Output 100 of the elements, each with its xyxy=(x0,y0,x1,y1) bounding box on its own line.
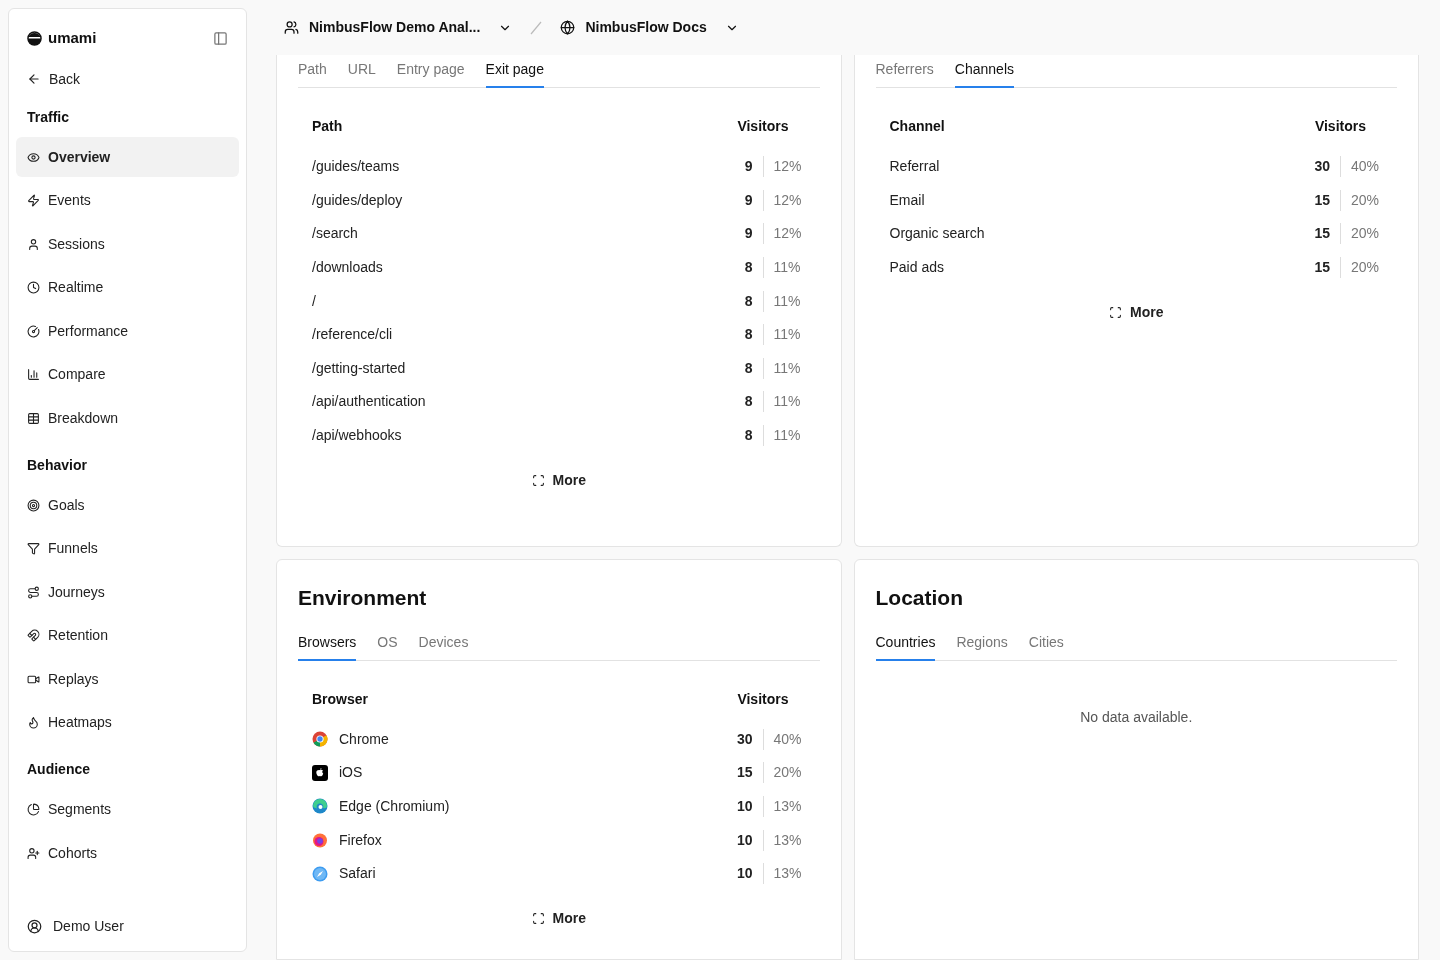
team-selector[interactable]: NimbusFlow Demo Anal... xyxy=(284,17,513,38)
column-header: Channel xyxy=(889,117,945,136)
tab[interactable]: Channels xyxy=(954,59,1014,88)
tab[interactable]: Referrers xyxy=(875,59,934,88)
row-label: /api/webhooks xyxy=(312,426,403,446)
edge-icon xyxy=(312,798,328,815)
magnet-icon xyxy=(27,629,40,642)
tab[interactable]: Exit page xyxy=(485,59,544,88)
more-button[interactable]: More xyxy=(1101,298,1172,328)
nav-item[interactable]: Performance xyxy=(16,311,239,351)
lightning-icon xyxy=(27,194,40,207)
visitor-percent: 11% xyxy=(773,426,802,446)
expand-icon xyxy=(531,912,545,926)
row-label: /api/authentication xyxy=(312,392,427,412)
visitor-percent: 40% xyxy=(1351,157,1381,177)
column-header: Path xyxy=(312,117,343,136)
column-header: Visitors xyxy=(737,689,790,709)
back-link[interactable]: Back xyxy=(16,68,239,90)
sidebar-toggle-icon[interactable] xyxy=(213,30,228,46)
row-label: Chrome xyxy=(339,729,390,749)
nav-item[interactable]: Sessions xyxy=(16,224,239,264)
visitor-count: 9 xyxy=(722,223,764,245)
logo-icon xyxy=(27,30,42,46)
row-label: Referral xyxy=(889,157,941,177)
column-header: Visitors xyxy=(737,117,790,136)
target-icon xyxy=(27,498,40,512)
visitor-count: 30 xyxy=(1300,156,1341,178)
nav-item[interactable]: Retention xyxy=(16,615,239,656)
visitor-percent: 13% xyxy=(773,830,803,850)
compass-icon xyxy=(312,865,328,882)
visitor-percent: 20% xyxy=(1351,258,1381,278)
pie-chart-icon xyxy=(27,803,40,816)
tab[interactable]: Countries xyxy=(875,631,936,661)
slash-icon xyxy=(529,20,544,35)
visitor-count: 10 xyxy=(722,796,764,817)
row-label: /downloads xyxy=(312,258,384,278)
row-label: Firefox xyxy=(339,830,383,850)
nav-item[interactable]: Events xyxy=(16,180,239,221)
nav-item[interactable]: Funnels xyxy=(16,528,239,569)
tab[interactable]: Path xyxy=(298,59,327,88)
visitor-percent: 12% xyxy=(773,190,803,210)
visitor-percent: 11% xyxy=(773,258,802,278)
visitor-count: 15 xyxy=(722,762,764,784)
column-header: Browser xyxy=(312,689,369,709)
column-header: Visitors xyxy=(1314,117,1367,136)
nav-item[interactable]: Compare xyxy=(16,354,239,395)
nav-item[interactable]: Segments xyxy=(16,789,239,830)
nav-item[interactable]: Replays xyxy=(16,659,239,699)
bar-chart-icon xyxy=(27,368,40,381)
website-selector[interactable]: NimbusFlow Docs xyxy=(560,17,739,38)
visitor-count: 8 xyxy=(722,357,764,379)
table-icon xyxy=(27,411,40,425)
flame-icon xyxy=(27,716,40,729)
visitor-count: 10 xyxy=(722,829,764,851)
visitor-percent: 20% xyxy=(773,763,803,783)
more-button[interactable]: More xyxy=(523,466,594,496)
tab[interactable]: Entry page xyxy=(396,59,465,88)
visitor-percent: 20% xyxy=(1351,224,1381,244)
gauge-icon xyxy=(27,324,40,338)
nav-item[interactable]: Heatmaps xyxy=(16,702,239,743)
section-title: Traffic xyxy=(26,107,70,127)
visitor-percent: 12% xyxy=(773,224,803,244)
expand-icon xyxy=(531,474,545,488)
nav-item[interactable]: Cohorts xyxy=(16,833,239,873)
panel-title: Environment xyxy=(298,585,428,611)
visitor-count: 30 xyxy=(722,728,764,750)
tab[interactable]: Devices xyxy=(418,631,469,661)
user-plus-icon xyxy=(27,846,40,860)
firefox-icon xyxy=(312,832,328,849)
panel-title: Location xyxy=(875,585,964,611)
tab[interactable]: OS xyxy=(377,631,398,661)
apple-icon xyxy=(312,764,328,781)
nav-item[interactable]: Overview xyxy=(16,137,239,177)
tab[interactable]: Cities xyxy=(1028,631,1064,661)
chrome-icon xyxy=(312,731,328,748)
empty-message: No data available. xyxy=(1079,707,1194,727)
user-icon xyxy=(27,918,42,934)
visitor-percent: 11% xyxy=(773,392,802,412)
eye-icon xyxy=(27,150,40,164)
expand-icon xyxy=(1109,306,1122,320)
row-label: Safari xyxy=(339,864,377,884)
row-label: Edge (Chromium) xyxy=(339,797,451,816)
row-label: Organic search xyxy=(889,224,986,244)
brand-name: umami xyxy=(48,27,97,48)
globe-icon xyxy=(560,20,576,35)
tab[interactable]: Regions xyxy=(956,631,1008,661)
row-label: /search xyxy=(312,224,359,244)
nav-item[interactable]: Journeys xyxy=(16,572,239,612)
nav-item[interactable]: Goals xyxy=(16,485,239,525)
tab[interactable]: URL xyxy=(347,59,376,88)
section-title: Behavior xyxy=(26,455,88,475)
user-menu[interactable]: Demo User xyxy=(16,911,239,941)
nav-item[interactable]: Breakdown xyxy=(16,398,239,438)
row-label: iOS xyxy=(339,763,364,783)
tab[interactable]: Browsers xyxy=(298,631,357,661)
section-title: Audience xyxy=(26,760,91,779)
row-label: /guides/teams xyxy=(312,157,401,177)
more-button[interactable]: More xyxy=(523,904,594,934)
visitor-percent: 13% xyxy=(773,864,803,884)
nav-item[interactable]: Realtime xyxy=(16,267,239,308)
